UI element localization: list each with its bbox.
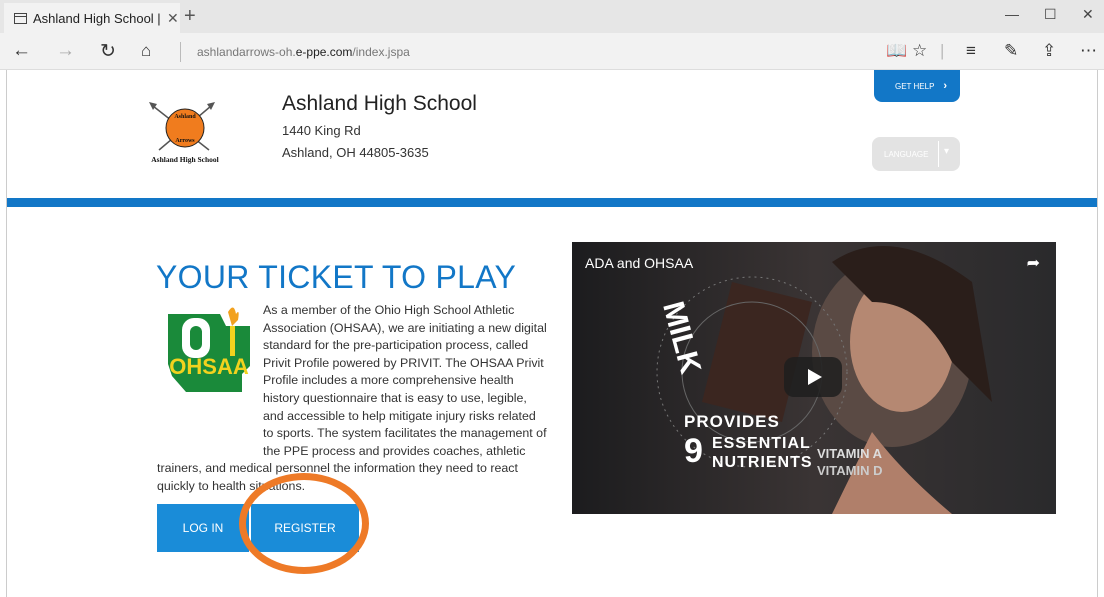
video-title: ADA and OHSAA — [585, 255, 694, 271]
tab-bar: Ashland High School | e ✕ + — ☐ ✕ — [0, 0, 1104, 33]
school-name: Ashland High School — [282, 92, 477, 115]
header-divider-bar — [7, 198, 1097, 207]
chevron-down-icon: ▾ — [944, 146, 950, 157]
svg-text:Ashland High School: Ashland High School — [151, 155, 219, 164]
get-help-button[interactable]: GET HELP › — [874, 70, 960, 102]
forward-icon[interactable]: → — [56, 40, 75, 62]
address-line-1: 1440 King Rd — [282, 123, 361, 138]
svg-text:Arrows: Arrows — [175, 138, 195, 144]
refresh-icon[interactable]: ↻ — [100, 40, 116, 63]
get-help-label: GET HELP — [895, 81, 935, 91]
tab-title: Ashland High School | e — [33, 10, 161, 26]
share-icon[interactable]: ➦ — [1027, 253, 1040, 273]
web-note-icon[interactable]: ✎ — [1004, 41, 1018, 61]
chevron-right-icon: › — [943, 80, 948, 92]
reading-view-icon[interactable]: 📖 — [886, 41, 907, 61]
address-line-2: Ashland, OH 44805-3635 — [282, 145, 429, 160]
home-icon[interactable]: ⌂ — [141, 41, 151, 61]
language-label: LANGUAGE — [884, 149, 929, 159]
close-icon[interactable]: ✕ — [167, 10, 179, 27]
maximize-icon[interactable]: ☐ — [1044, 6, 1057, 23]
plus-icon[interactable]: + — [184, 5, 196, 28]
register-button[interactable]: REGISTER — [251, 504, 359, 552]
video-nutrients-text: NUTRIENTS — [712, 454, 813, 471]
favorite-star-icon[interactable]: ☆ — [912, 41, 927, 61]
browser-tab[interactable]: Ashland High School | e ✕ — [4, 3, 180, 33]
divider: | — [940, 41, 945, 60]
video-vitamin-d-text: VITAMIN D — [817, 463, 883, 478]
video-essential-text: ESSENTIAL — [712, 435, 811, 452]
play-button[interactable] — [784, 357, 842, 397]
url-field[interactable]: ashlandarrows-oh.e-ppe.com/index.jspa — [180, 42, 410, 62]
more-icon[interactable]: ⋯ — [1080, 41, 1097, 61]
intro-paragraph: As a member of the Ohio High School Athl… — [157, 303, 547, 493]
divider — [938, 141, 939, 167]
video-nine-text: 9 — [684, 432, 703, 470]
minimize-icon[interactable]: — — [1005, 6, 1019, 22]
video-provides-text: PROVIDES — [684, 412, 780, 431]
share-icon[interactable]: ⇪ — [1042, 41, 1056, 61]
video-player[interactable]: MILK ADA and OHSAA ➦ PROVIDES 9 ESSENTIA… — [572, 242, 1056, 514]
video-vitamin-a-text: VITAMIN A — [817, 446, 882, 461]
school-logo: Ashland Arrows Ashland High School — [149, 102, 219, 164]
tab-page-icon — [14, 12, 27, 24]
page-title: YOUR TICKET TO PLAY — [156, 259, 517, 295]
address-bar: ← → ↻ ⌂ ashlandarrows-oh.e-ppe.com/index… — [0, 33, 1104, 70]
close-window-icon[interactable]: ✕ — [1082, 6, 1094, 23]
hub-icon[interactable]: ≡ — [966, 41, 976, 61]
language-select[interactable]: LANGUAGE ▾ — [872, 137, 960, 171]
page: Ashland Arrows Ashland High School Ashla… — [6, 70, 1098, 597]
back-icon[interactable]: ← — [12, 40, 31, 62]
play-icon — [808, 369, 822, 385]
svg-text:Ashland: Ashland — [174, 114, 196, 120]
login-button[interactable]: LOG IN — [157, 504, 249, 552]
